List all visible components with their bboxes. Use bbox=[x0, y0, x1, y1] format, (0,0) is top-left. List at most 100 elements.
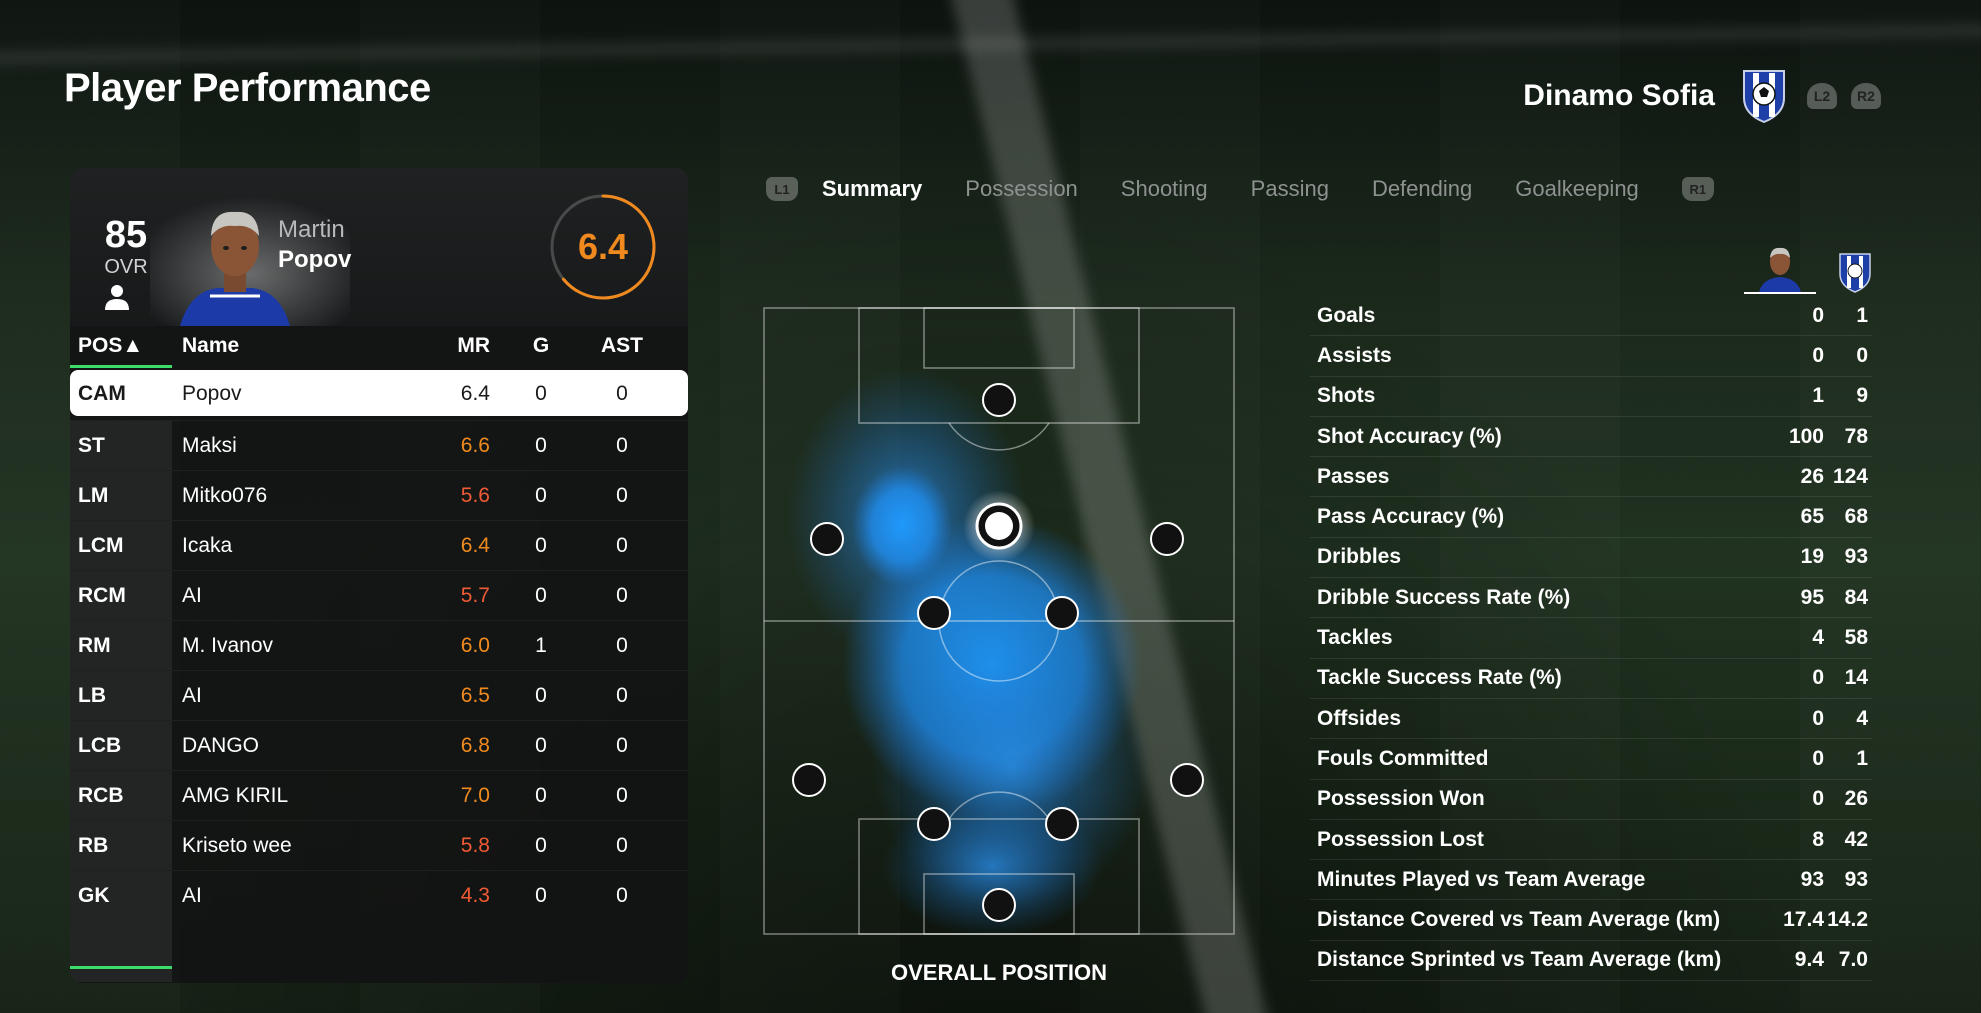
tab-goalkeeping[interactable]: Goalkeeping bbox=[1515, 176, 1639, 202]
stat-row: Dribble Success Rate (%) 95 84 bbox=[1310, 578, 1872, 619]
stat-row: Shot Accuracy (%) 100 78 bbox=[1310, 417, 1872, 458]
position-heatmap bbox=[763, 307, 1235, 936]
table-row[interactable]: LB AI 6.5 0 0 bbox=[70, 670, 688, 720]
stat-row: Pass Accuracy (%) 65 68 bbox=[1310, 497, 1872, 538]
stat-row: Distance Covered vs Team Average (km) 17.… bbox=[1310, 900, 1872, 941]
row-g: 0 bbox=[535, 733, 547, 757]
stat-team-value: 9 bbox=[1856, 384, 1868, 408]
person-icon bbox=[105, 285, 129, 310]
stat-label: Tackles bbox=[1317, 626, 1393, 650]
table-row[interactable]: CAM Popov 6.4 0 0 bbox=[70, 370, 688, 416]
stat-player-value: 93 bbox=[1800, 867, 1824, 891]
table-row[interactable]: RM M. Ivanov 6.0 1 0 bbox=[70, 620, 688, 670]
r1-button[interactable]: R1 bbox=[1681, 177, 1714, 201]
tab-possession[interactable]: Possession bbox=[965, 176, 1078, 202]
r2-button[interactable]: R2 bbox=[1851, 83, 1881, 109]
tab-defending[interactable]: Defending bbox=[1372, 176, 1472, 202]
header-ast[interactable]: AST bbox=[592, 334, 652, 358]
stat-row: Possession Lost 8 42 bbox=[1310, 820, 1872, 861]
stat-label: Pass Accuracy (%) bbox=[1317, 505, 1505, 529]
tab-passing[interactable]: Passing bbox=[1251, 176, 1329, 202]
row-mr: 5.8 bbox=[460, 833, 490, 857]
stat-label: Possession Lost bbox=[1317, 827, 1484, 851]
stats-column-headers bbox=[1744, 244, 1872, 294]
player-first-name: Martin bbox=[278, 216, 345, 243]
stat-label: Fouls Committed bbox=[1317, 746, 1489, 770]
row-ast: 0 bbox=[616, 533, 628, 557]
table-row[interactable]: RB Kriseto wee 5.8 0 0 bbox=[70, 820, 688, 870]
row-pos: CAM bbox=[78, 381, 126, 405]
row-mr: 6.4 bbox=[460, 381, 490, 405]
team-name: Dinamo Sofia bbox=[1523, 79, 1715, 112]
row-pos: GK bbox=[70, 871, 172, 920]
stat-player-value: 4 bbox=[1812, 626, 1824, 650]
row-name: AMG KIRIL bbox=[182, 783, 289, 807]
header-mr[interactable]: MR bbox=[398, 334, 490, 358]
stat-team-value: 4 bbox=[1856, 706, 1868, 730]
row-mr: 7.0 bbox=[460, 783, 490, 807]
table-row[interactable]: ST Maksi 6.6 0 0 bbox=[70, 420, 688, 470]
row-g: 0 bbox=[535, 533, 547, 557]
stat-row: Dribbles 19 93 bbox=[1310, 538, 1872, 579]
row-g: 0 bbox=[535, 583, 547, 607]
stat-team-value: 7.0 bbox=[1838, 948, 1868, 972]
stat-row: Offsides 0 4 bbox=[1310, 699, 1872, 740]
table-row[interactable]: LCM Icaka 6.4 0 0 bbox=[70, 520, 688, 570]
row-mr: 6.5 bbox=[460, 683, 490, 707]
stat-player-value: 95 bbox=[1800, 585, 1824, 609]
row-g: 1 bbox=[535, 633, 547, 657]
stat-label: Passes bbox=[1317, 464, 1390, 488]
header-pos[interactable]: POS▲ bbox=[70, 334, 172, 358]
table-row[interactable]: RCB AMG KIRIL 7.0 0 0 bbox=[70, 770, 688, 820]
header-g[interactable]: G bbox=[490, 334, 592, 358]
stat-player-value: 26 bbox=[1800, 464, 1824, 488]
stat-label: Shot Accuracy (%) bbox=[1317, 424, 1502, 448]
stat-team-value: 1 bbox=[1856, 746, 1868, 770]
stat-player-value: 8 bbox=[1812, 827, 1824, 851]
row-name: Popov bbox=[182, 381, 242, 405]
row-g: 0 bbox=[535, 783, 547, 807]
page-title: Player Performance bbox=[64, 66, 431, 110]
row-name: Icaka bbox=[182, 533, 233, 557]
team-column-crest-icon bbox=[1839, 253, 1871, 293]
stat-label: Possession Won bbox=[1317, 787, 1485, 811]
stat-label: Dribble Success Rate (%) bbox=[1317, 585, 1571, 609]
table-row[interactable]: RCM AI 5.7 0 0 bbox=[70, 570, 688, 620]
stat-label: Shots bbox=[1317, 384, 1376, 408]
row-ast: 0 bbox=[616, 583, 628, 607]
header-name[interactable]: Name bbox=[172, 334, 398, 358]
row-pos: RCB bbox=[70, 771, 172, 820]
player-avatar-icon bbox=[1759, 247, 1801, 292]
row-ast: 0 bbox=[616, 883, 628, 907]
row-g: 0 bbox=[535, 683, 547, 707]
row-pos: LCB bbox=[70, 721, 172, 770]
stat-row: Possession Won 0 26 bbox=[1310, 780, 1872, 820]
table-row[interactable]: LM Mitko076 5.6 0 0 bbox=[70, 470, 688, 520]
player-last-name: Popov bbox=[278, 246, 352, 273]
player-column-header bbox=[1744, 244, 1816, 294]
row-pos: ST bbox=[70, 421, 172, 470]
stat-player-value: 19 bbox=[1800, 545, 1824, 569]
row-mr: 4.3 bbox=[460, 883, 490, 907]
team-header: Dinamo Sofia L2 R2 bbox=[1523, 68, 1881, 124]
stat-team-value: 84 bbox=[1844, 585, 1868, 609]
row-pos: RB bbox=[70, 821, 172, 870]
row-ast: 0 bbox=[616, 381, 628, 405]
stat-row: Shots 1 9 bbox=[1310, 377, 1872, 417]
tab-summary[interactable]: Summary bbox=[822, 176, 922, 202]
table-row[interactable]: LCB DANGO 6.8 0 0 bbox=[70, 720, 688, 770]
row-ast: 0 bbox=[616, 683, 628, 707]
sort-indicator bbox=[70, 365, 172, 368]
lineup-table-body: CAM Popov 6.4 0 0 ST Maksi 6.6 0 0 LM Mitko076 5.6 0 0… bbox=[70, 370, 688, 920]
l1-button[interactable]: L1 bbox=[766, 177, 798, 201]
lineup-table-header: POS▲ Name MR G AST bbox=[70, 326, 688, 368]
row-g: 0 bbox=[535, 483, 547, 507]
row-name: M. Ivanov bbox=[182, 633, 274, 657]
stat-team-value: 93 bbox=[1844, 545, 1868, 569]
stats-tabs: L1 Summary Possession Shooting Passing D… bbox=[766, 176, 1714, 202]
table-row[interactable]: GK AI 4.3 0 0 bbox=[70, 870, 688, 920]
row-ast: 0 bbox=[616, 483, 628, 507]
stat-label: Goals bbox=[1317, 303, 1376, 327]
tab-shooting[interactable]: Shooting bbox=[1121, 176, 1208, 202]
l2-button[interactable]: L2 bbox=[1807, 83, 1837, 109]
